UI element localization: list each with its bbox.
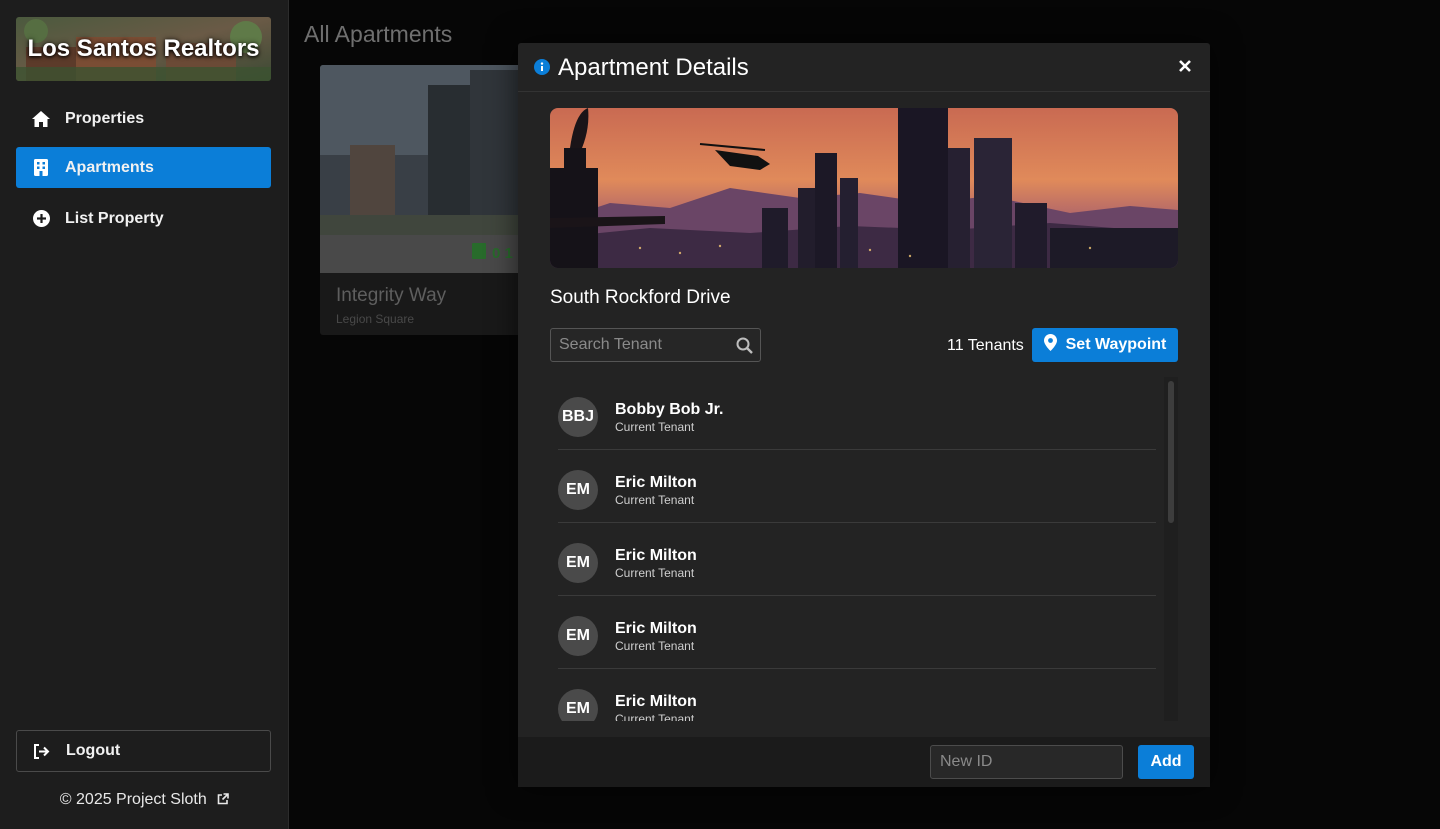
logout-icon xyxy=(33,742,51,760)
search-icon[interactable] xyxy=(736,337,753,354)
tenant-row[interactable]: EM Eric Milton Current Tenant xyxy=(558,450,1156,523)
apartment-hero-image xyxy=(550,108,1178,268)
tenant-row[interactable]: BBJ Bobby Bob Jr. Current Tenant xyxy=(558,377,1156,450)
copyright[interactable]: © 2025 Project Sloth xyxy=(0,791,289,810)
tenant-list[interactable]: BBJ Bobby Bob Jr. Current Tenant EM Eric… xyxy=(550,377,1178,721)
apartment-name: South Rockford Drive xyxy=(550,287,731,308)
logout-button[interactable]: Logout xyxy=(16,730,271,772)
nav-item-apartments[interactable]: Apartments xyxy=(16,147,271,188)
copyright-text: © 2025 Project Sloth xyxy=(59,791,207,808)
tenant-name: Eric Milton xyxy=(615,474,697,491)
tenant-row[interactable]: EM Eric Milton Current Tenant xyxy=(558,669,1156,721)
apartment-details-modal: Apartment Details South Rockford Drive S… xyxy=(518,43,1210,787)
scrollbar-thumb[interactable] xyxy=(1168,381,1174,523)
modal-title: Apartment Details xyxy=(558,54,749,81)
tenant-name: Eric Milton xyxy=(615,693,697,710)
close-button[interactable] xyxy=(1176,58,1194,76)
nav-label-list-property: List Property xyxy=(65,209,164,227)
modal-footer: Add xyxy=(518,737,1210,787)
home-icon xyxy=(32,110,50,128)
avatar: EM xyxy=(558,616,598,656)
tenant-role: Current Tenant xyxy=(615,639,695,653)
tenant-row[interactable]: EM Eric Milton Current Tenant xyxy=(558,596,1156,669)
avatar: EM xyxy=(558,470,598,510)
building-icon xyxy=(32,159,50,177)
building-icon xyxy=(472,243,486,263)
map-pin-icon xyxy=(1043,334,1057,356)
set-waypoint-label: Set Waypoint xyxy=(1065,336,1167,353)
apartment-card[interactable]: 0 1 Integrity Way Legion Square xyxy=(320,65,525,335)
tenant-search-input[interactable] xyxy=(551,329,731,361)
apartment-card-image xyxy=(320,65,525,273)
card-subtitle: Legion Square xyxy=(336,312,415,326)
logout-label: Logout xyxy=(66,742,121,759)
page-title: All Apartments xyxy=(304,21,453,47)
nav-item-properties[interactable]: Properties xyxy=(16,98,271,139)
tenant-role: Current Tenant xyxy=(615,420,695,434)
external-link-icon xyxy=(217,792,230,810)
tenant-name: Eric Milton xyxy=(615,620,697,637)
avatar: EM xyxy=(558,543,598,583)
tenant-name: Eric Milton xyxy=(615,547,697,564)
sidebar: Los Santos Realtors Properties Apartment… xyxy=(0,0,289,829)
tenant-search[interactable] xyxy=(550,328,761,362)
tenant-role: Current Tenant xyxy=(615,566,695,580)
brand-title: Los Santos Realtors xyxy=(27,35,260,62)
nav-label-apartments: Apartments xyxy=(65,158,154,176)
tenant-count: 11 Tenants xyxy=(947,337,1024,354)
scrollbar[interactable] xyxy=(1164,377,1178,721)
tenant-role: Current Tenant xyxy=(615,493,695,507)
set-waypoint-button[interactable]: Set Waypoint xyxy=(1032,328,1178,362)
new-id-input[interactable] xyxy=(931,746,1122,778)
modal-header: Apartment Details xyxy=(518,43,1210,92)
info-icon xyxy=(534,59,550,75)
tenant-name: Bobby Bob Jr. xyxy=(615,401,724,418)
nav-item-list-property[interactable]: List Property xyxy=(16,198,271,239)
plus-circle-icon xyxy=(32,210,50,228)
avatar: EM xyxy=(558,689,598,721)
card-badge-text: 0 1 xyxy=(492,244,513,262)
avatar: BBJ xyxy=(558,397,598,437)
nav-label-properties: Properties xyxy=(65,109,145,127)
tenant-row[interactable]: EM Eric Milton Current Tenant xyxy=(558,523,1156,596)
card-badge: 0 1 xyxy=(472,243,513,263)
add-button[interactable]: Add xyxy=(1138,745,1194,779)
new-id-field[interactable] xyxy=(930,745,1123,779)
brand-banner[interactable]: Los Santos Realtors xyxy=(16,17,271,81)
card-title: Integrity Way xyxy=(336,285,447,306)
close-icon xyxy=(1179,60,1191,72)
tenant-role: Current Tenant xyxy=(615,712,695,721)
